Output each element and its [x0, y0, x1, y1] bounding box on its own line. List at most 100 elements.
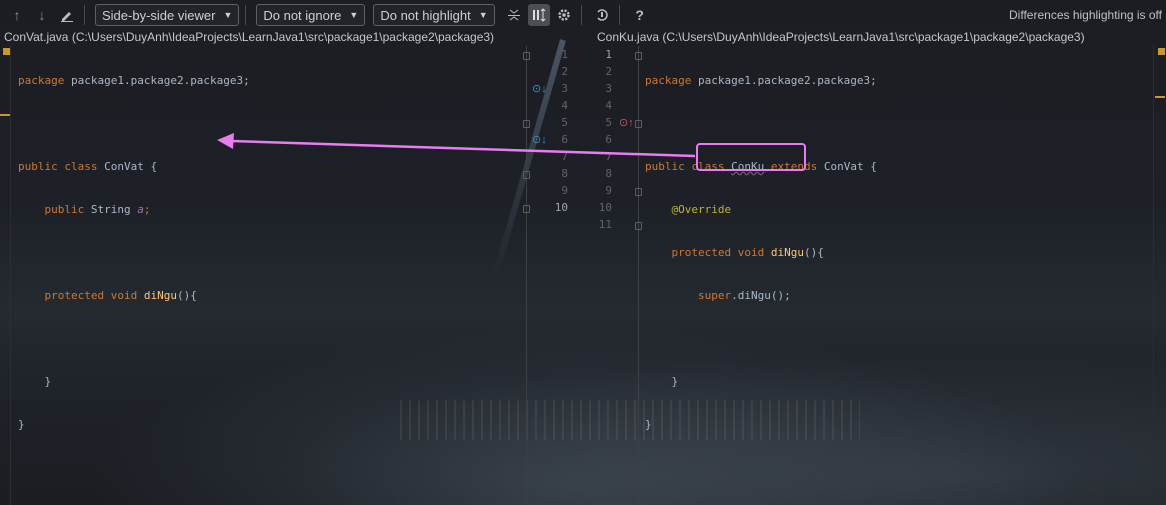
- fold-marker[interactable]: [635, 222, 642, 230]
- left-file-path: ConVat.java (C:\Users\DuyAnh\IdeaProject…: [4, 30, 495, 44]
- code-text: .diNgu();: [731, 289, 791, 302]
- code-text: ;: [143, 203, 151, 216]
- line-number: 9: [561, 184, 568, 197]
- code-line: @Override: [645, 201, 877, 218]
- line-number: 2: [561, 65, 568, 78]
- arrow-up-icon[interactable]: ↑: [6, 4, 28, 26]
- history-icon[interactable]: [591, 4, 613, 26]
- method-name: diNgu: [143, 289, 177, 302]
- line-number-current: 10: [554, 201, 568, 214]
- line-number: 9: [605, 184, 612, 197]
- collapse-icon[interactable]: [503, 4, 525, 26]
- right-line-numbers: 1 2 3 4 5 6 7 8 9 10 11: [586, 46, 612, 233]
- line-number: 7: [561, 150, 568, 163]
- highlight-label: Do not highlight: [380, 7, 471, 23]
- line-number: 8: [605, 167, 612, 180]
- code-text: package1.package2.package3;: [64, 74, 250, 87]
- arrow-down-icon[interactable]: ↓: [31, 4, 53, 26]
- line-number: 5: [561, 116, 568, 129]
- right-scrollbar-edge: [1153, 46, 1154, 505]
- fold-marker[interactable]: [523, 52, 530, 60]
- code-text: String: [84, 203, 138, 216]
- code-text: }: [44, 375, 52, 388]
- code-line: super.diNgu();: [645, 287, 877, 304]
- edit-icon[interactable]: [56, 4, 78, 26]
- toolbar-separator: [618, 5, 620, 25]
- line-number: 6: [605, 133, 612, 146]
- settings-icon[interactable]: [553, 4, 575, 26]
- left-editor-divider: [526, 46, 527, 505]
- change-marker: [0, 114, 10, 116]
- help-icon[interactable]: ?: [629, 4, 651, 26]
- code-line: protected void diNgu(){: [18, 287, 250, 304]
- line-number: 3: [605, 82, 612, 95]
- keyword: public: [44, 203, 85, 216]
- keyword: public: [18, 160, 58, 173]
- code-line: public String a;: [18, 201, 250, 218]
- change-marker: [1155, 96, 1165, 98]
- code-line: }: [18, 416, 250, 433]
- line-number: 4: [605, 99, 612, 112]
- line-number: 2: [605, 65, 612, 78]
- code-line: }: [645, 416, 877, 433]
- keyword: void: [737, 246, 765, 259]
- fold-marker[interactable]: [635, 120, 642, 128]
- code-text: ConVat {: [97, 160, 158, 173]
- right-editor-divider: [638, 46, 639, 505]
- line-number: 5: [605, 116, 612, 129]
- keyword: protected: [671, 246, 732, 259]
- keyword: package: [18, 74, 65, 87]
- code-line: }: [645, 373, 877, 390]
- right-file-path: ConKu.java (C:\Users\DuyAnh\IdeaProjects…: [597, 30, 1085, 44]
- sync-scroll-icon[interactable]: [527, 4, 550, 26]
- override-up-icon[interactable]: ⊙↑: [619, 116, 634, 129]
- code-line: protected void diNgu(){: [645, 244, 877, 261]
- viewer-mode-label: Side-by-side viewer: [102, 7, 216, 23]
- chevron-down-icon: ▼: [478, 10, 488, 20]
- toolbar-separator: [84, 5, 85, 25]
- keyword: protected: [44, 289, 105, 302]
- keyword: super: [697, 289, 732, 302]
- line-number: 3: [561, 82, 568, 95]
- method-name: diNgu: [770, 246, 804, 259]
- fold-marker[interactable]: [523, 205, 530, 213]
- code-text: (){: [176, 289, 197, 302]
- left-gutter-edge: [10, 46, 11, 505]
- toolbar-separator: [245, 5, 247, 25]
- code-text: }: [18, 418, 25, 431]
- fold-marker[interactable]: [635, 52, 642, 60]
- code-text: (){: [803, 246, 824, 259]
- line-number: 1: [561, 48, 568, 61]
- keyword: package: [645, 74, 692, 87]
- ignore-label: Do not ignore: [263, 7, 342, 23]
- highlighting-status: Differences highlighting is off: [1009, 8, 1162, 22]
- right-code-editor[interactable]: package package1.package2.package3; publ…: [645, 46, 877, 446]
- chevron-down-icon: ▼: [349, 10, 359, 20]
- line-number: 4: [561, 99, 568, 112]
- fold-marker[interactable]: [523, 120, 530, 128]
- line-number: 7: [605, 150, 612, 163]
- highlight-mode-select[interactable]: Do not highlight ▼: [373, 4, 495, 26]
- ignore-whitespace-select[interactable]: Do not ignore ▼: [256, 4, 366, 26]
- line-number: 1: [605, 48, 612, 61]
- code-line: package package1.package2.package3;: [645, 72, 877, 89]
- keyword: class: [64, 160, 98, 173]
- left-code-editor[interactable]: package package1.package2.package3; publ…: [18, 46, 250, 446]
- keyword: void: [110, 289, 138, 302]
- fold-marker[interactable]: [523, 171, 530, 179]
- annotation: @Override: [671, 203, 732, 216]
- code-text: }: [671, 375, 679, 388]
- fold-marker[interactable]: [635, 188, 642, 196]
- super-call-highlight-box: [696, 143, 806, 171]
- code-line: package package1.package2.package3;: [18, 72, 250, 89]
- code-text: package1.package2.package3;: [691, 74, 877, 87]
- viewer-mode-select[interactable]: Side-by-side viewer ▼: [95, 4, 240, 26]
- chevron-down-icon: ▼: [223, 10, 233, 20]
- code-text: ConVat {: [817, 160, 877, 173]
- code-line: public class ConVat {: [18, 158, 250, 175]
